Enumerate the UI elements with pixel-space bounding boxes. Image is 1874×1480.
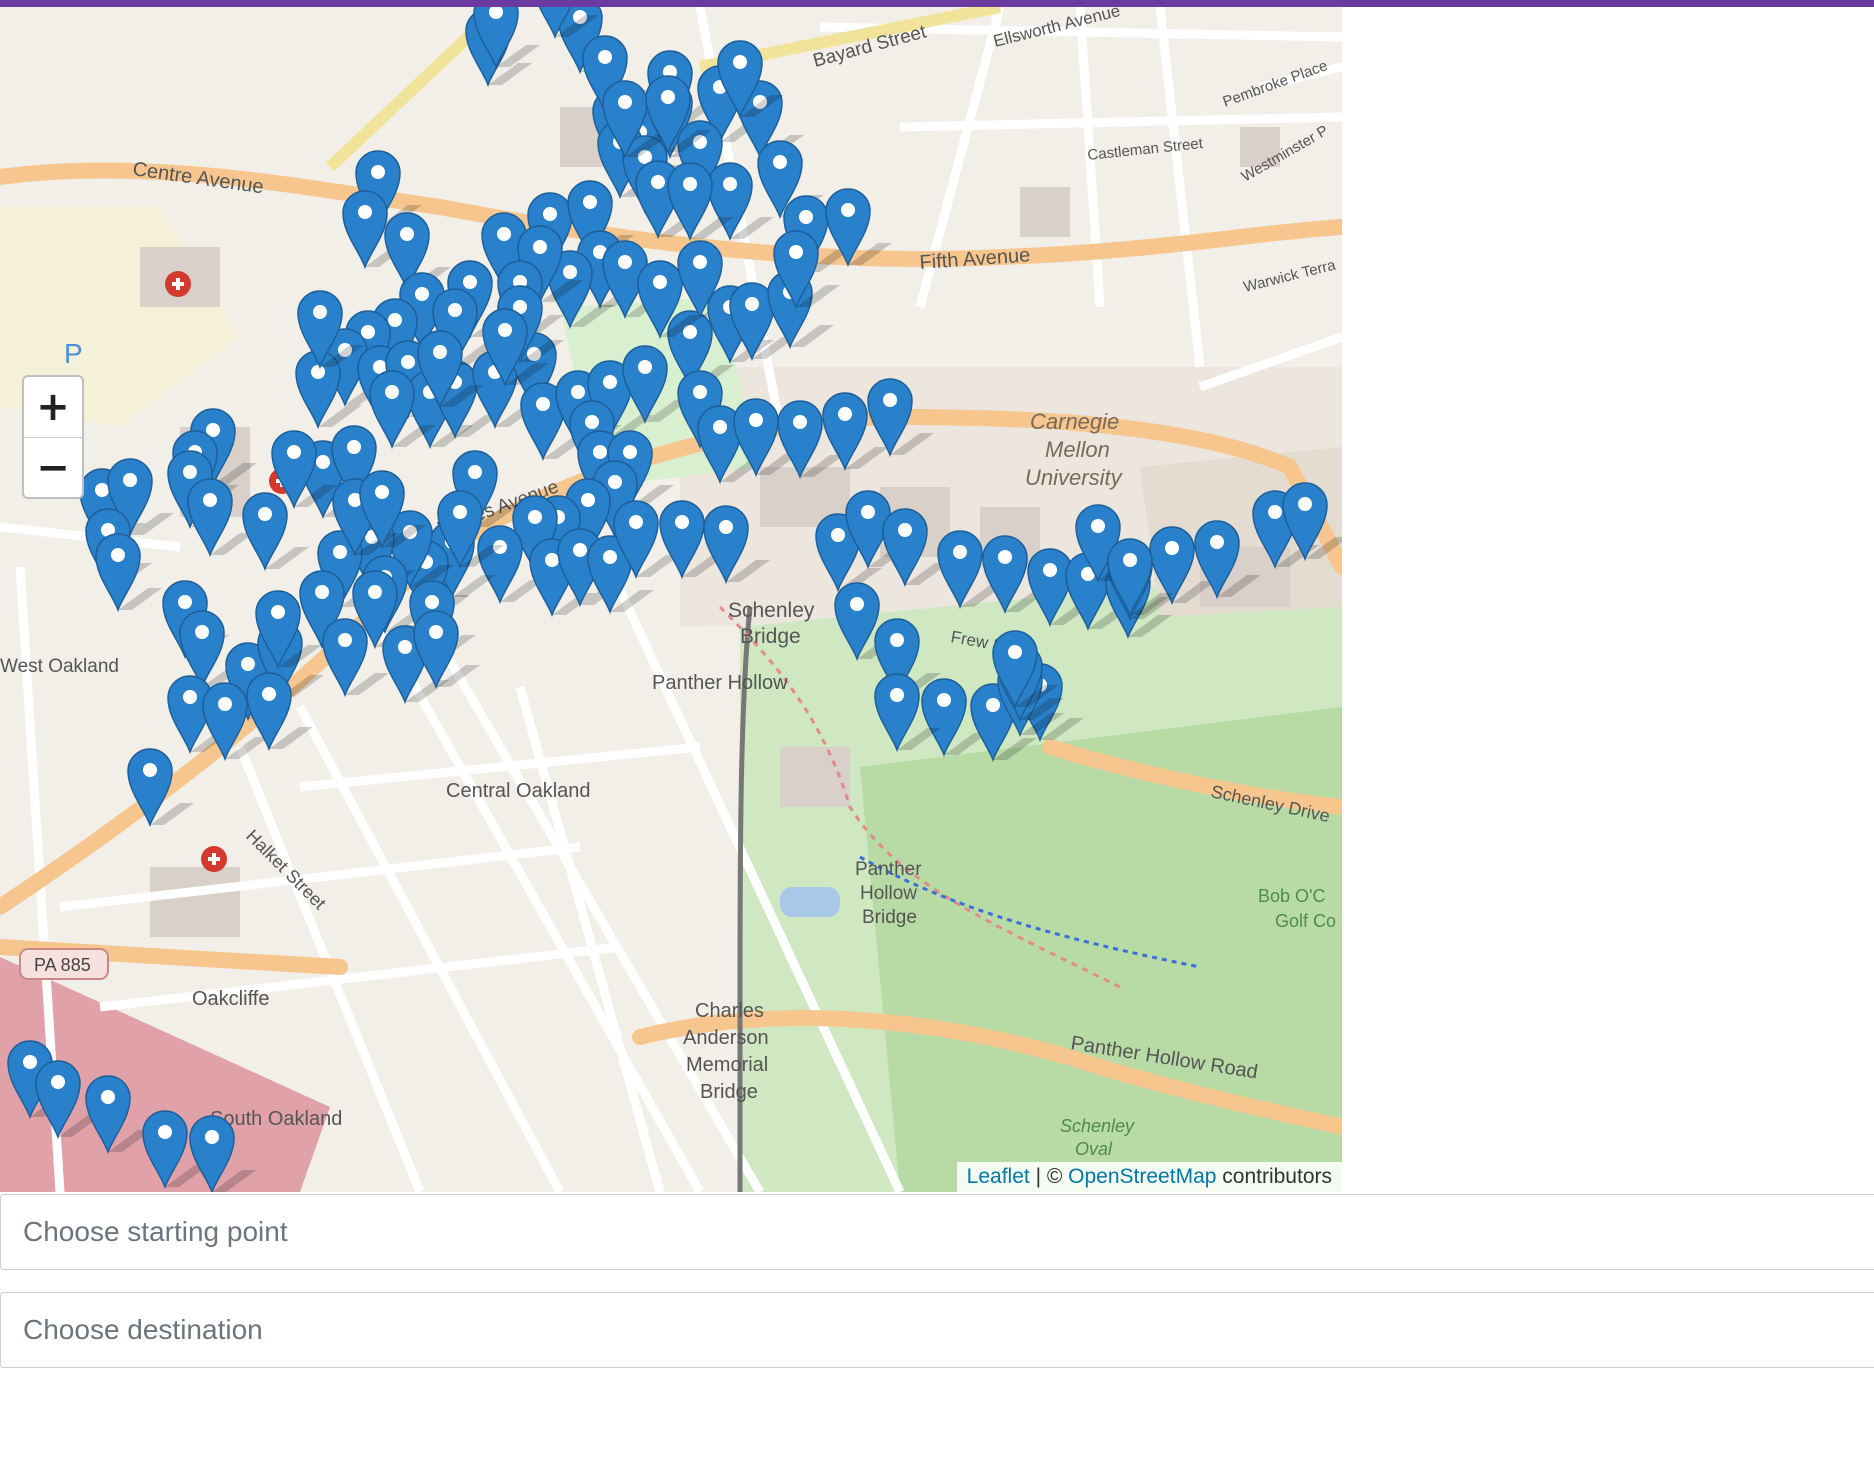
label-schenley-bridge-1: Schenley <box>728 599 815 622</box>
label-charles-1: Charles <box>695 1000 764 1022</box>
label-west-oakland: West Oakland <box>0 656 119 677</box>
label-charles-2: Anderson <box>683 1027 769 1049</box>
parking-icon: P <box>64 338 83 369</box>
zoom-out-button[interactable]: − <box>24 438 82 498</box>
label-phh-bridge-2: Hollow <box>860 883 917 904</box>
starting-point-input[interactable] <box>1 1195 1874 1269</box>
destination-input[interactable] <box>1 1293 1874 1367</box>
label-charles-4: Bridge <box>700 1081 758 1103</box>
label-phh-bridge-1: Panther <box>855 859 922 880</box>
zoom-in-button[interactable]: + <box>24 377 82 438</box>
label-central-oakland: Central Oakland <box>446 780 591 802</box>
label-schenley-oval-1: Schenley <box>1060 1116 1135 1136</box>
label-phh-bridge-3: Bridge <box>862 907 917 928</box>
destination-field <box>0 1292 1874 1368</box>
label-oakcliffe: Oakcliffe <box>192 988 269 1010</box>
openstreetmap-link[interactable]: OpenStreetMap <box>1068 1165 1216 1188</box>
top-accent-bar <box>0 0 1874 7</box>
zoom-control: + − <box>22 375 84 499</box>
label-bob-oc: Bob O'C <box>1258 886 1325 906</box>
label-charles-3: Memorial <box>686 1054 768 1076</box>
map-attribution: Leaflet | © OpenStreetMap contributors <box>956 1162 1342 1192</box>
label-golf: Golf Co <box>1275 911 1336 931</box>
pa885-shield: PA 885 <box>19 948 109 980</box>
attribution-suffix: contributors <box>1216 1165 1332 1188</box>
label-panther-hollow: Panther Hollow <box>652 672 788 694</box>
label-schenley-bridge-2: Bridge <box>740 625 801 648</box>
label-cmu-1: Carnegie <box>1030 409 1119 434</box>
map-view[interactable]: Fifth Avenue Bayard Street Ellsworth Ave… <box>0 7 1342 1192</box>
map-tiles[interactable]: Fifth Avenue Bayard Street Ellsworth Ave… <box>0 7 1342 1192</box>
label-cmu-3: University <box>1025 465 1124 490</box>
hospital-icon <box>165 271 191 297</box>
hospital-icon <box>201 846 227 872</box>
starting-point-field <box>0 1194 1874 1270</box>
label-schenley-oval-2: Oval <box>1075 1139 1113 1159</box>
label-pa885: PA 885 <box>34 955 91 975</box>
leaflet-link[interactable]: Leaflet <box>967 1165 1030 1188</box>
label-cmu-2: Mellon <box>1045 437 1110 462</box>
attribution-separator: | © <box>1029 1165 1069 1188</box>
